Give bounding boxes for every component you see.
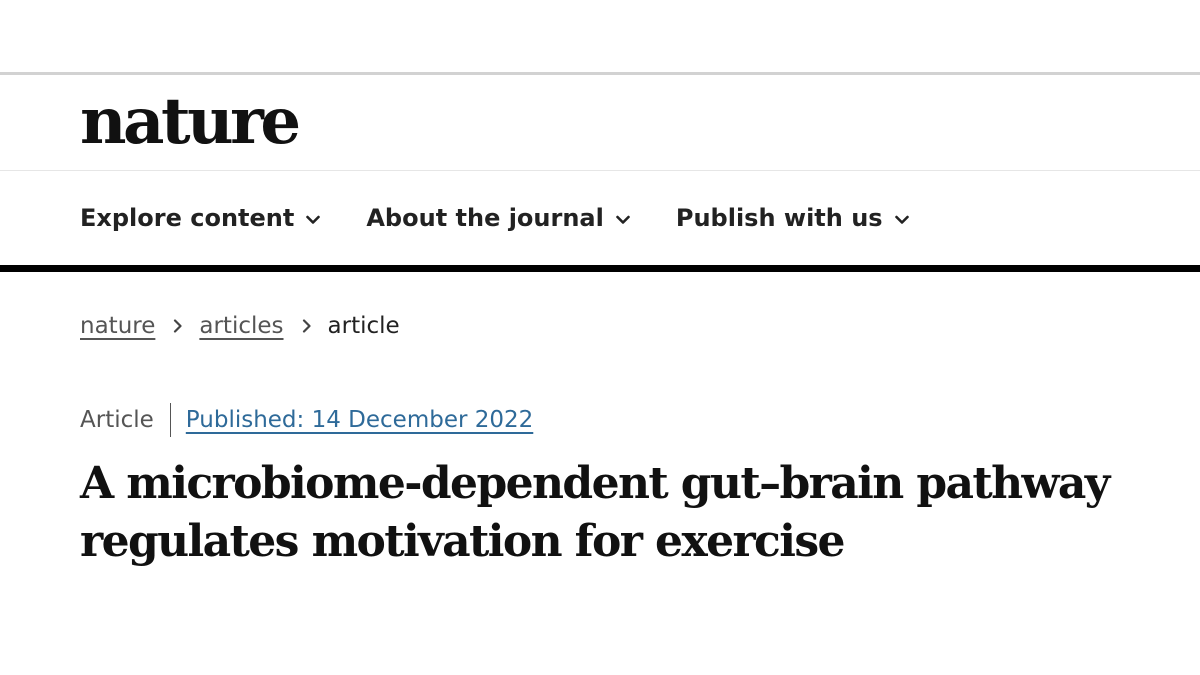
nav-explore-content[interactable]: Explore content (80, 197, 321, 238)
breadcrumb: nature articles article (80, 309, 400, 343)
header-divider (0, 170, 1200, 171)
main-nav: Explore content About the journal Publis… (80, 198, 909, 238)
chevron-down-icon (894, 197, 909, 237)
nature-logo[interactable]: nature (80, 84, 301, 160)
top-divider (0, 72, 1200, 75)
published-date-link[interactable]: Published: 14 December 2022 (186, 403, 533, 437)
nav-about-the-journal[interactable]: About the journal (366, 198, 630, 238)
nav-item-label: Explore content (80, 204, 295, 232)
chevron-right-icon (173, 309, 183, 343)
breadcrumb-current: article (327, 313, 400, 339)
article-type: Article (80, 407, 154, 433)
article-title: A microbiome-dependent gut–brain pathway… (80, 458, 1110, 567)
article-meta: Article Published: 14 December 2022 (80, 403, 533, 437)
breadcrumb-link-nature[interactable]: nature (80, 309, 155, 343)
nav-item-label: Publish with us (675, 204, 883, 232)
meta-divider (169, 403, 171, 437)
chevron-down-icon (306, 197, 321, 237)
nav-divider (0, 265, 1200, 272)
chevron-right-icon (302, 309, 312, 343)
chevron-down-icon (616, 197, 630, 237)
nav-item-label: About the journal (366, 204, 604, 232)
breadcrumb-link-articles[interactable]: articles (199, 309, 283, 343)
nav-publish-with-us[interactable]: Publish with us (676, 198, 909, 238)
